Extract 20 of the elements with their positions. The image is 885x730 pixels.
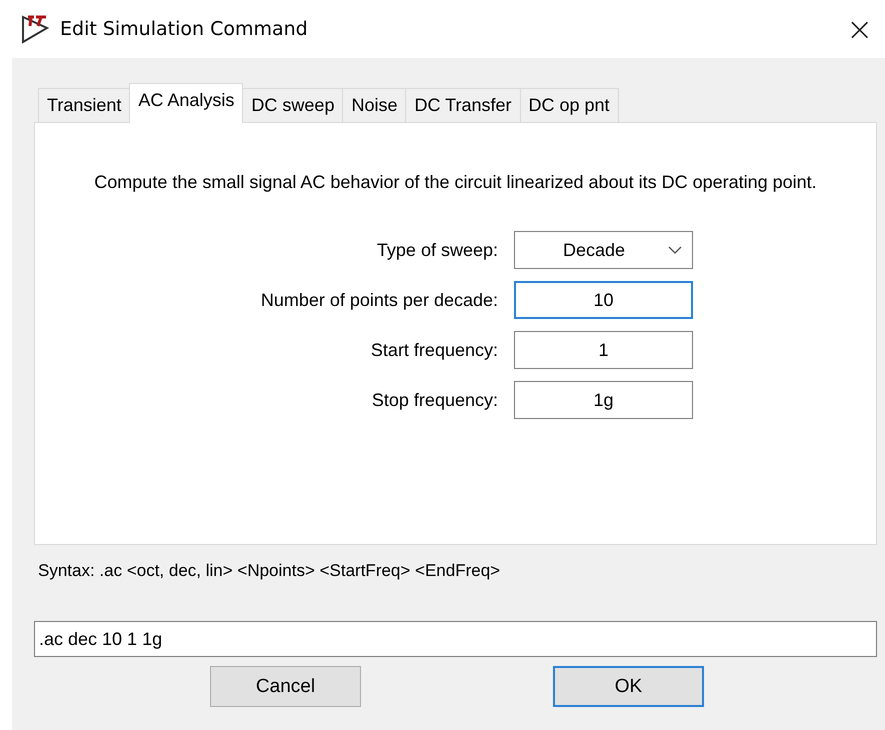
field-label: Type of sweep: [376,240,498,260]
tab[interactable]: Transient [38,88,130,122]
tab[interactable]: DC op pnt [520,88,619,122]
input-field[interactable]: 10 [514,281,693,319]
syntax-text: Syntax: .ac <oct, dec, lin> <Npoints> <StartFreq> <EndFreq> [37,561,502,582]
field-label: Start frequency: [370,340,498,360]
field-label: Stop frequency: [370,390,498,410]
chevron-down-icon [668,246,682,254]
sweep-dropdown[interactable]: Decade [514,231,693,269]
app-icon [20,14,50,44]
command-field[interactable]: .ac dec 10 1 1g [34,621,877,657]
input-field[interactable]: 1g [514,381,693,419]
field-label: Number of points per decade: [260,290,498,310]
input-field[interactable]: 1 [514,331,693,369]
window-title: Edit Simulation Command [60,18,308,40]
dialog-button[interactable]: Cancel [210,666,361,707]
dialog-button[interactable]: OK [553,666,704,707]
tab[interactable]: AC Analysis [129,83,244,123]
close-button[interactable]: × [840,10,879,48]
description-text: Compute the small signal AC behavior of the circuit linearized about its DC operating point. [93,171,818,194]
